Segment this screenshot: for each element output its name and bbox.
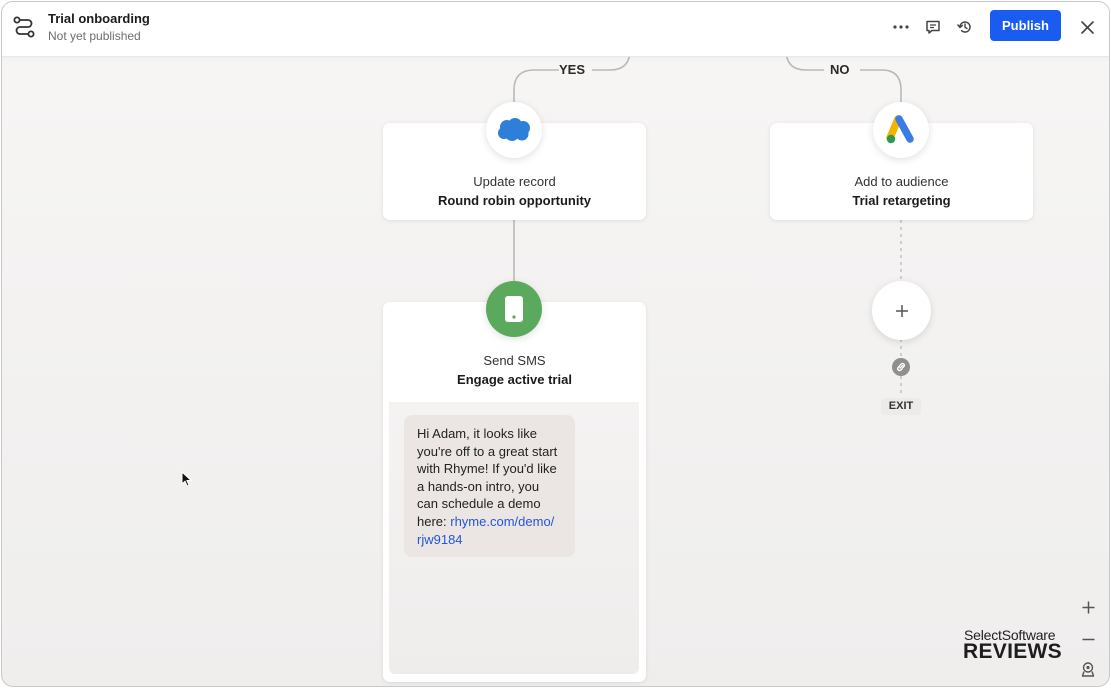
sms-message-line: you're off to a great start <box>417 443 558 459</box>
more-dots-icon <box>893 25 909 29</box>
sms-message-line: a hands-on intro, you <box>417 478 540 494</box>
salesforce-cloud-icon <box>498 118 530 141</box>
history-icon <box>957 21 971 33</box>
history-button[interactable] <box>954 16 976 38</box>
publish-button[interactable]: Publish <box>990 10 1061 41</box>
send-sms-node[interactable]: Send SMS Engage active trial Hi Adam, it… <box>383 302 646 682</box>
google-ads-icon <box>886 115 914 144</box>
branch-no-label: NO <box>830 62 850 77</box>
add-to-audience-node-icon[interactable] <box>873 102 929 158</box>
node-type-label: Update record <box>473 174 556 189</box>
node-name-label: Engage active trial <box>457 372 572 387</box>
more-options-button[interactable] <box>890 16 912 38</box>
link-icon <box>897 362 905 372</box>
sms-message-bubble: Hi Adam, it looks like you're off to a g… <box>404 415 575 558</box>
exit-badge: EXIT <box>881 398 921 415</box>
branch-yes-label: YES <box>559 62 586 77</box>
recenter-button[interactable] <box>1079 660 1097 678</box>
publish-status: Not yet published <box>48 29 141 43</box>
add-step-button[interactable] <box>872 281 931 340</box>
sms-preview: Hi Adam, it looks like you're off to a g… <box>389 402 639 674</box>
node-name-label: Trial retargeting <box>852 193 951 208</box>
close-icon <box>1080 20 1094 34</box>
locate-icon <box>1081 661 1095 677</box>
sms-message-line: can schedule a demo <box>417 496 541 512</box>
plus-icon <box>1082 601 1094 613</box>
demo-link[interactable]: rhyme.com/demo/ <box>450 514 554 529</box>
demo-link-continued[interactable]: rjw9184 <box>417 531 563 549</box>
node-type-label: Add to audience <box>854 174 949 189</box>
update-record-node-icon[interactable] <box>486 102 542 158</box>
node-type-label: Send SMS <box>483 353 546 368</box>
sms-message-line: with Rhyme! If you'd like <box>417 461 557 477</box>
workflow-title: Trial onboarding <box>48 11 150 26</box>
workflow-canvas[interactable]: YES NO Update record Round robin opportu… <box>2 2 1109 686</box>
phone-icon <box>505 296 523 322</box>
send-sms-node-icon[interactable] <box>486 281 542 337</box>
mouse-cursor-icon <box>181 471 193 487</box>
node-name-label: Round robin opportunity <box>437 193 592 208</box>
watermark-line2: REVIEWS <box>963 640 1062 663</box>
comments-button[interactable] <box>922 16 944 38</box>
comment-icon <box>926 20 940 34</box>
sms-message-line: Hi Adam, it looks like <box>417 426 537 441</box>
close-button[interactable] <box>1076 16 1098 38</box>
link-node-button[interactable] <box>892 358 910 376</box>
sms-message-prefix: here: <box>417 513 451 529</box>
zoom-out-button[interactable] <box>1079 630 1097 648</box>
app-window: Trial onboarding Not yet published Publi… <box>1 1 1110 687</box>
plus-icon <box>895 304 908 317</box>
zoom-in-button[interactable] <box>1079 598 1097 616</box>
workflow-icon <box>13 16 35 38</box>
minus-icon <box>1082 638 1094 640</box>
top-bar: Trial onboarding Not yet published Publi… <box>2 2 1109 56</box>
